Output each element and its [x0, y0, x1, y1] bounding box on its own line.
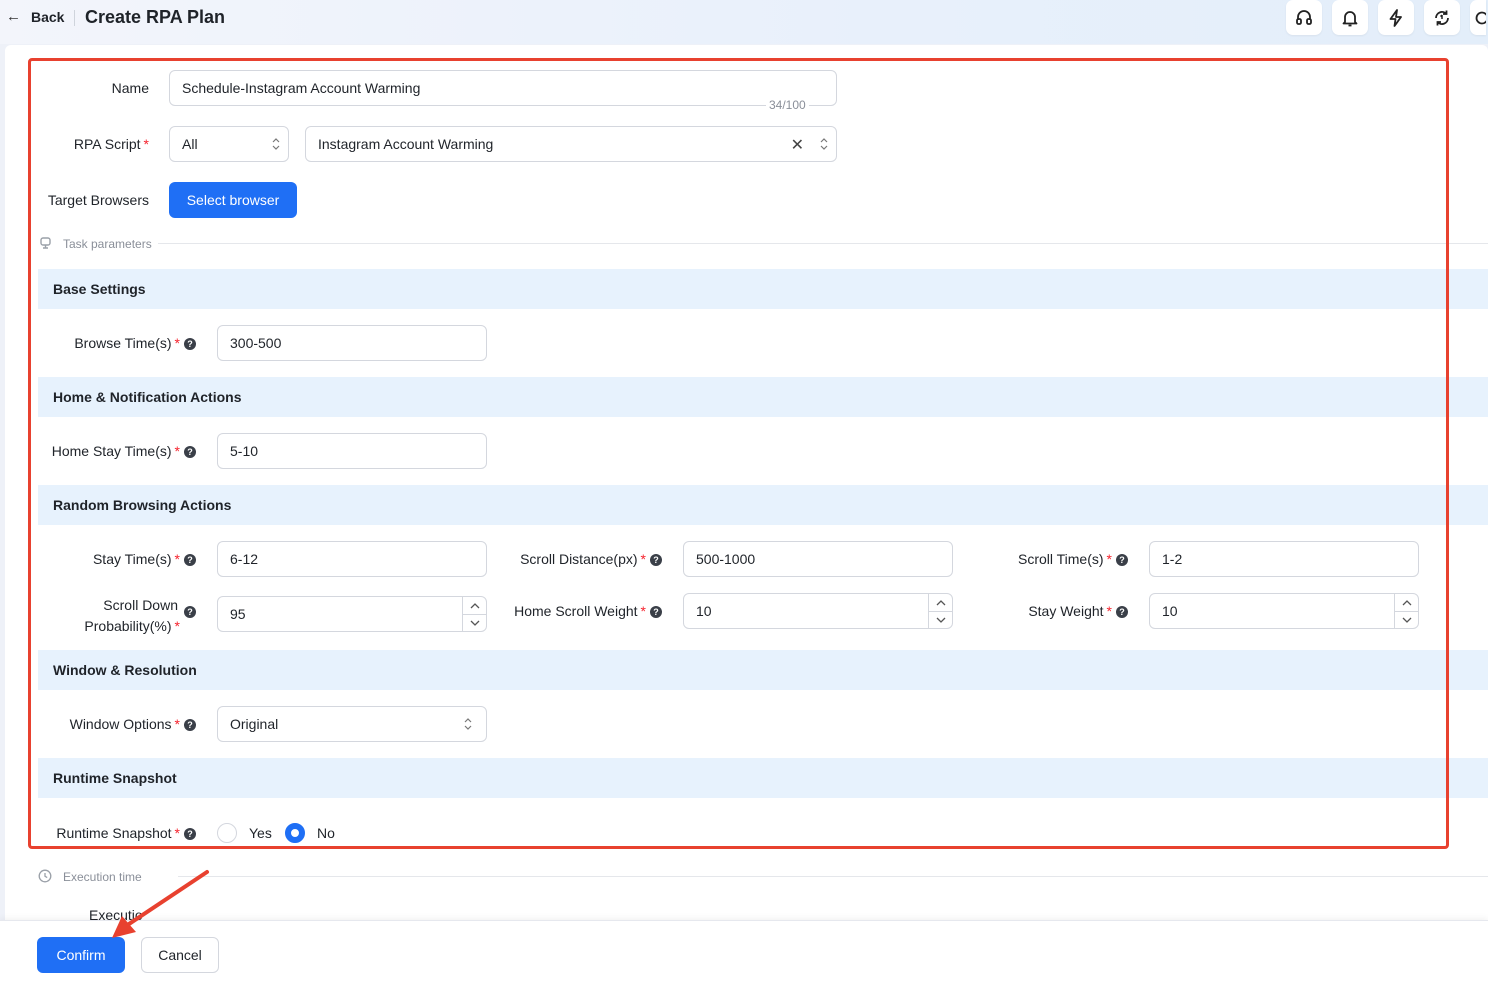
help-icon: ? [1116, 606, 1128, 618]
help-icon: ? [184, 554, 196, 566]
back-label: Back [31, 8, 65, 25]
radio-no[interactable] [285, 823, 305, 843]
execution-time-divider [178, 876, 1488, 877]
increment-icon [463, 597, 486, 614]
top-bar: ← Back Create RPA Plan [0, 0, 1488, 44]
decrement-icon [929, 611, 952, 628]
script-select[interactable]: Instagram Account Warming ✕ [305, 126, 837, 162]
home-stay-time-input[interactable]: 5-10 [217, 433, 487, 469]
stay-time-input[interactable]: 6-12 [217, 541, 487, 577]
runtime-snapshot-label: Runtime Snapshot *? [30, 825, 196, 841]
lightning-icon[interactable] [1378, 0, 1414, 35]
number-stepper[interactable] [928, 594, 952, 628]
help-icon: ? [184, 719, 196, 731]
stay-time-label: Stay Time(s) *? [40, 551, 196, 567]
section-runtime-snapshot: Runtime Snapshot [38, 758, 1488, 798]
help-icon: ? [650, 606, 662, 618]
section-random-browsing: Random Browsing Actions [38, 485, 1488, 525]
increment-icon [1395, 594, 1418, 611]
radio-no-label: No [317, 825, 335, 841]
scroll-distance-label: Scroll Distance(px) *? [500, 551, 662, 567]
browse-time-label: Browse Time(s) *? [40, 335, 196, 351]
help-icon: ? [184, 446, 196, 458]
script-category-select[interactable]: All [169, 126, 289, 162]
stay-weight-label: Stay Weight *? [980, 603, 1128, 619]
footer-bar [0, 920, 1488, 989]
name-label: Name [111, 80, 149, 96]
clear-icon[interactable]: ✕ [791, 135, 804, 155]
home-stay-time-label: Home Stay Time(s) *? [30, 443, 196, 459]
decrement-icon [1395, 611, 1418, 628]
home-scroll-weight-input[interactable]: 10 [683, 593, 953, 629]
decrement-icon [463, 614, 486, 631]
header-divider [74, 10, 75, 26]
section-window-resolution: Window & Resolution [38, 650, 1488, 690]
user-icon[interactable] [1470, 0, 1486, 35]
help-icon: ? [184, 338, 196, 350]
radio-yes[interactable] [217, 823, 237, 843]
section-base-settings: Base Settings [38, 269, 1488, 309]
select-arrows-icon [272, 138, 280, 150]
home-scroll-weight-label: Home Scroll Weight *? [490, 603, 662, 619]
task-parameters-title: Task parameters [63, 237, 152, 251]
help-icon: ? [184, 606, 196, 618]
cancel-button[interactable]: Cancel [141, 937, 219, 973]
header-actions [1286, 0, 1486, 35]
scroll-distance-input[interactable]: 500-1000 [683, 541, 953, 577]
select-arrows-icon [464, 718, 472, 730]
scroll-down-probability-label: Scroll Down Probability(%) * ? [60, 595, 196, 637]
robot-icon [40, 237, 51, 249]
back-button[interactable]: ← Back [6, 8, 64, 25]
clock-icon [38, 869, 52, 883]
number-stepper[interactable] [462, 597, 486, 631]
sync-icon[interactable] [1424, 0, 1460, 35]
help-icon: ? [1116, 554, 1128, 566]
page-title: Create RPA Plan [85, 7, 226, 27]
window-options-select[interactable]: Original [217, 706, 487, 742]
name-char-counter: 34/100 [766, 98, 809, 112]
help-icon: ? [184, 828, 196, 840]
execution-time-title: Execution time [63, 870, 142, 884]
section-home-notification: Home & Notification Actions [38, 377, 1488, 417]
increment-icon [929, 594, 952, 611]
scroll-time-input[interactable]: 1-2 [1149, 541, 1419, 577]
browse-time-input[interactable]: 300-500 [217, 325, 487, 361]
target-browsers-label: Target Browsers [47, 192, 149, 208]
task-parameters-divider [158, 243, 1488, 244]
headset-icon[interactable] [1286, 0, 1322, 35]
stay-weight-input[interactable]: 10 [1149, 593, 1419, 629]
scroll-down-probability-input[interactable]: 95 [217, 596, 487, 632]
number-stepper[interactable] [1394, 594, 1418, 628]
window-options-label: Window Options *? [40, 716, 196, 732]
scroll-time-label: Scroll Time(s) *? [980, 551, 1128, 567]
radio-yes-label: Yes [249, 825, 272, 841]
select-browser-button[interactable]: Select browser [169, 182, 297, 218]
name-input[interactable]: Schedule-Instagram Account Warming [169, 70, 837, 106]
rpa-script-label: RPA Script * [73, 136, 149, 152]
back-arrow-icon: ← [6, 8, 21, 25]
select-arrows-icon [820, 138, 828, 150]
help-icon: ? [650, 554, 662, 566]
bell-icon[interactable] [1332, 0, 1368, 35]
confirm-button[interactable]: Confirm [37, 937, 125, 973]
